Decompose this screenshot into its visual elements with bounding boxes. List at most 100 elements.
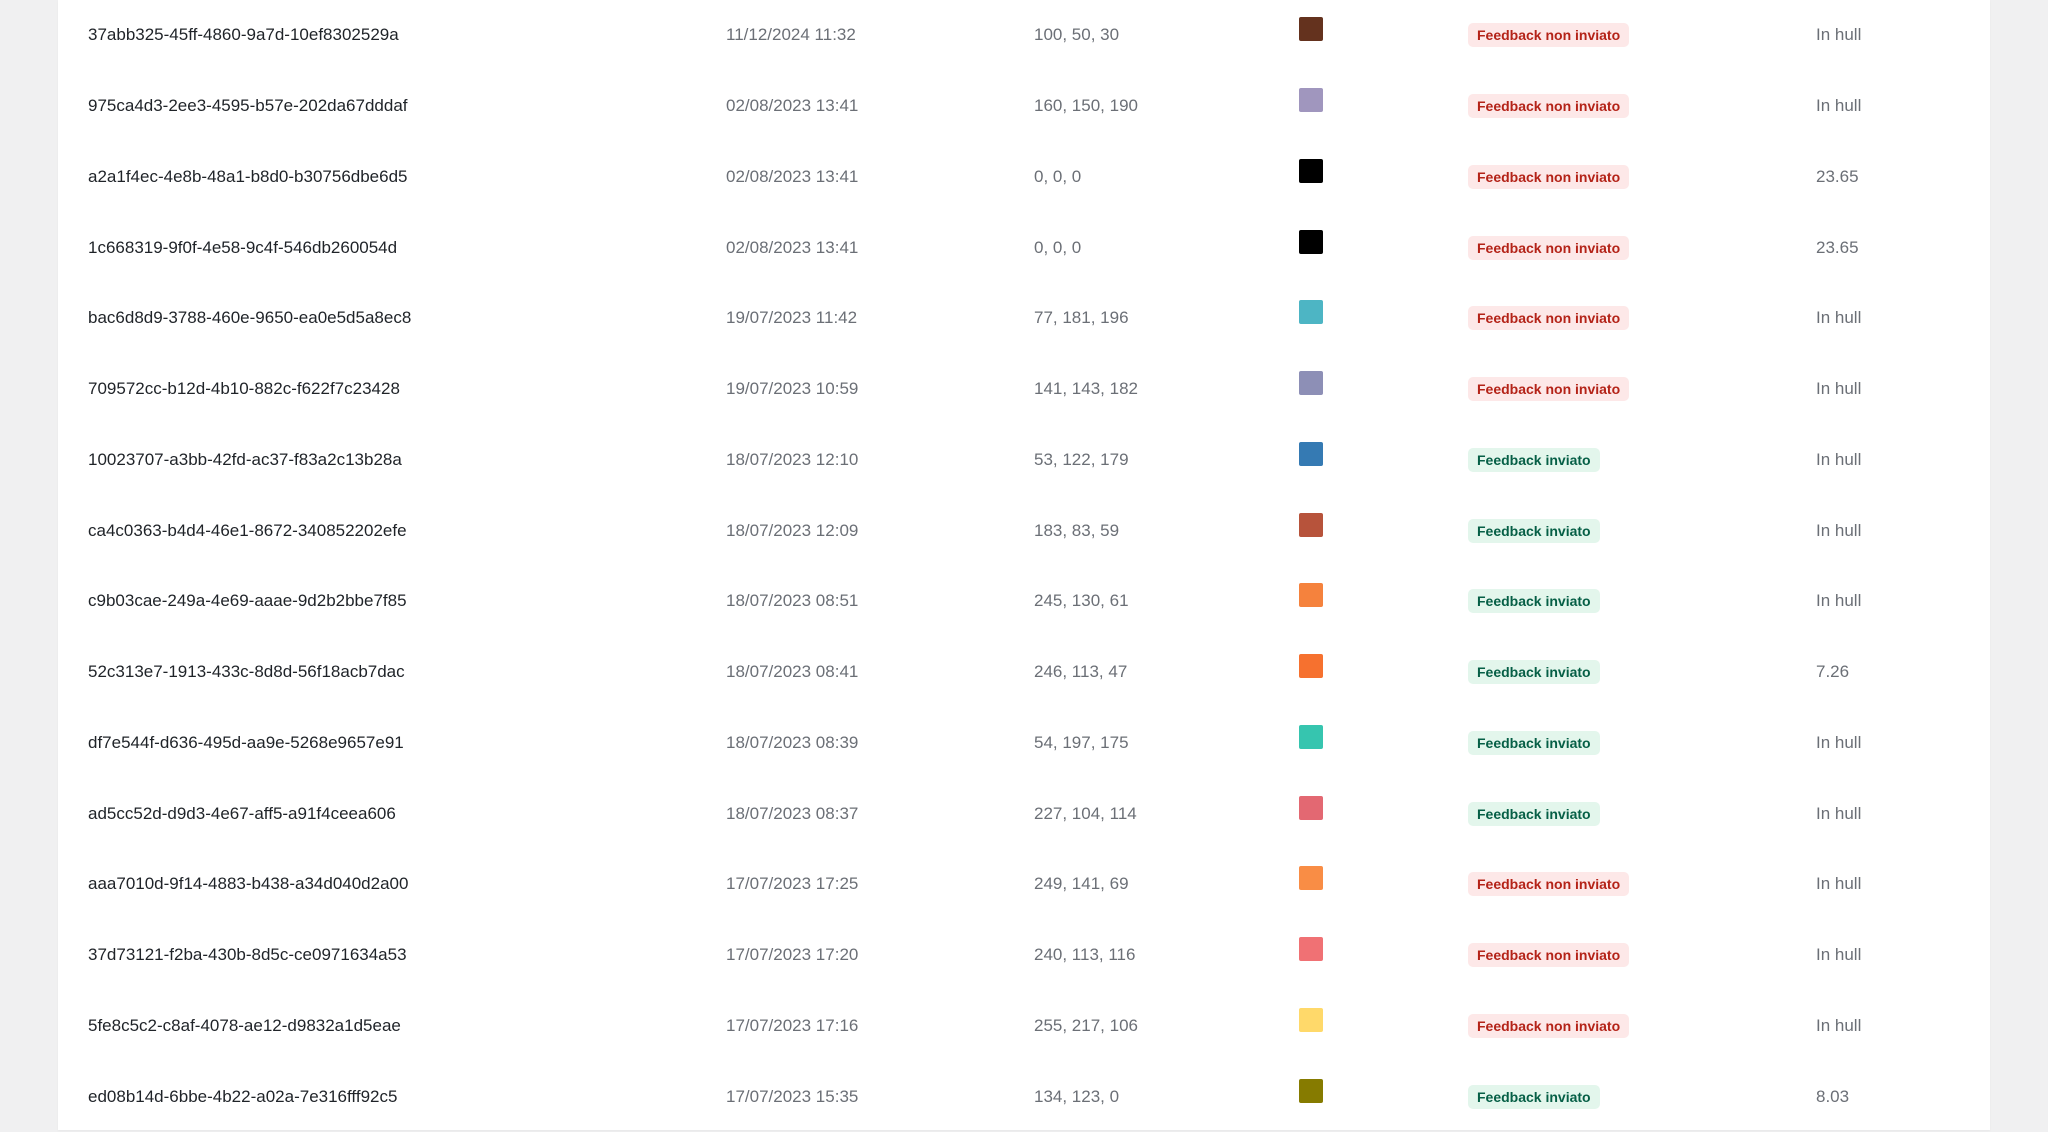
row-date: 17/07/2023 17:25 (726, 874, 859, 894)
row-date: 11/12/2024 11:32 (726, 25, 856, 45)
row-date: 18/07/2023 08:39 (726, 732, 859, 752)
row-value: In hull (1816, 591, 1862, 611)
row-date: 02/08/2023 13:41 (726, 96, 859, 116)
row-rgb: 249, 141, 69 (1034, 874, 1129, 894)
color-swatch (1299, 1007, 1323, 1032)
status-badge: Feedback inviato (1468, 660, 1600, 685)
table-row[interactable]: 709572cc-b12d-4b10-882c-f622f7c23428 19/… (58, 354, 1990, 425)
status-badge: Feedback non inviato (1468, 94, 1630, 119)
color-swatch (1299, 512, 1323, 537)
row-rgb: 0, 0, 0 (1034, 166, 1082, 186)
status-cell: Feedback non inviato (1468, 0, 1630, 71)
row-value: 23.65 (1816, 237, 1859, 257)
row-id: 5fe8c5c2-c8af-4078-ae12-d9832a1d5eae (88, 1015, 401, 1035)
color-swatch (1299, 1078, 1323, 1103)
row-id: ca4c0363-b4d4-46e1-8672-340852202efe (88, 520, 407, 540)
status-cell: Feedback non inviato (1468, 71, 1630, 142)
color-swatch-cell (1299, 283, 1323, 354)
color-swatch-cell (1299, 637, 1323, 708)
status-badge: Feedback non inviato (1468, 943, 1630, 968)
row-rgb: 77, 181, 196 (1034, 308, 1129, 328)
row-id: 709572cc-b12d-4b10-882c-f622f7c23428 (88, 379, 400, 399)
status-cell: Feedback inviato (1468, 778, 1600, 849)
table-row[interactable]: c9b03cae-249a-4e69-aaae-9d2b2bbe7f85 18/… (58, 566, 1990, 637)
status-badge: Feedback non inviato (1468, 23, 1630, 48)
row-id: c9b03cae-249a-4e69-aaae-9d2b2bbe7f85 (88, 591, 407, 611)
row-value: 8.03 (1816, 1086, 1850, 1106)
row-rgb: 53, 122, 179 (1034, 449, 1129, 469)
table-row[interactable]: aaa7010d-9f14-4883-b438-a34d040d2a00 17/… (58, 849, 1990, 920)
row-value: In hull (1816, 945, 1862, 965)
table-row[interactable]: 37abb325-45ff-4860-9a7d-10ef8302529a 11/… (58, 0, 1990, 71)
color-swatch-cell (1299, 920, 1323, 991)
table-row[interactable]: ca4c0363-b4d4-46e1-8672-340852202efe 18/… (58, 495, 1990, 566)
row-date: 17/07/2023 17:16 (726, 1015, 859, 1035)
color-swatch-cell (1299, 566, 1323, 637)
row-value: In hull (1816, 874, 1862, 894)
row-date: 02/08/2023 13:41 (726, 237, 859, 257)
row-id: bac6d8d9-3788-460e-9650-ea0e5d5a8ec8 (88, 308, 412, 328)
status-badge: Feedback inviato (1468, 589, 1600, 614)
color-swatch (1299, 724, 1323, 749)
status-cell: Feedback inviato (1468, 566, 1600, 637)
row-rgb: 183, 83, 59 (1034, 520, 1120, 540)
status-badge: Feedback inviato (1468, 730, 1600, 755)
color-swatch-cell (1299, 354, 1323, 425)
table-row[interactable]: 37d73121-f2ba-430b-8d5c-ce0971634a53 17/… (58, 920, 1990, 991)
color-swatch (1299, 866, 1323, 891)
row-id: 975ca4d3-2ee3-4595-b57e-202da67dddaf (88, 96, 408, 116)
status-badge: Feedback inviato (1468, 447, 1600, 472)
color-swatch (1299, 583, 1323, 608)
row-rgb: 246, 113, 47 (1034, 662, 1128, 682)
row-value: In hull (1816, 732, 1862, 752)
table-row[interactable]: 10023707-a3bb-42fd-ac37-f83a2c13b28a 18/… (58, 425, 1990, 496)
color-swatch-cell (1299, 849, 1323, 920)
row-id: 1c668319-9f0f-4e58-9c4f-546db260054d (88, 237, 398, 257)
color-swatch (1299, 795, 1323, 820)
table-row[interactable]: ad5cc52d-d9d3-4e67-aff5-a91f4ceea606 18/… (58, 778, 1990, 849)
table-row[interactable]: 975ca4d3-2ee3-4595-b57e-202da67dddaf 02/… (58, 71, 1990, 142)
table-row[interactable]: 5fe8c5c2-c8af-4078-ae12-d9832a1d5eae 17/… (58, 991, 1990, 1062)
row-id: 10023707-a3bb-42fd-ac37-f83a2c13b28a (88, 449, 402, 469)
row-rgb: 141, 143, 182 (1034, 379, 1138, 399)
results-panel: 37abb325-45ff-4860-9a7d-10ef8302529a 11/… (58, 0, 1990, 1130)
color-swatch-cell (1299, 778, 1323, 849)
status-cell: Feedback inviato (1468, 637, 1600, 708)
row-rgb: 160, 150, 190 (1034, 96, 1138, 116)
row-value: In hull (1816, 803, 1862, 823)
row-date: 19/07/2023 10:59 (726, 379, 859, 399)
color-swatch (1299, 654, 1323, 679)
status-cell: Feedback non inviato (1468, 991, 1630, 1062)
status-badge: Feedback inviato (1468, 801, 1600, 826)
color-swatch-cell (1299, 71, 1323, 142)
row-date: 18/07/2023 12:09 (726, 520, 859, 540)
row-rgb: 100, 50, 30 (1034, 25, 1120, 45)
table-row[interactable]: bac6d8d9-3788-460e-9650-ea0e5d5a8ec8 19/… (58, 283, 1990, 354)
color-swatch (1299, 88, 1323, 113)
row-value: In hull (1816, 25, 1862, 45)
status-badge: Feedback non inviato (1468, 1013, 1630, 1038)
row-date: 18/07/2023 12:10 (726, 449, 859, 469)
row-date: 17/07/2023 15:35 (726, 1086, 859, 1106)
row-value: 7.26 (1816, 662, 1850, 682)
status-cell: Feedback inviato (1468, 708, 1600, 779)
table-row[interactable]: 1c668319-9f0f-4e58-9c4f-546db260054d 02/… (58, 212, 1990, 283)
table-row[interactable]: a2a1f4ec-4e8b-48a1-b8d0-b30756dbe6d5 02/… (58, 142, 1990, 213)
status-badge: Feedback non inviato (1468, 377, 1630, 402)
status-cell: Feedback inviato (1468, 1061, 1600, 1132)
status-cell: Feedback non inviato (1468, 354, 1630, 425)
row-id: 37d73121-f2ba-430b-8d5c-ce0971634a53 (88, 945, 407, 965)
status-cell: Feedback non inviato (1468, 849, 1630, 920)
status-cell: Feedback non inviato (1468, 142, 1630, 213)
color-swatch (1299, 17, 1323, 42)
table-row[interactable]: 52c313e7-1913-433c-8d8d-56f18acb7dac 18/… (58, 637, 1990, 708)
status-badge: Feedback inviato (1468, 1084, 1600, 1109)
color-swatch (1299, 937, 1323, 962)
row-value: In hull (1816, 96, 1862, 116)
table-row[interactable]: ed08b14d-6bbe-4b22-a02a-7e316fff92c5 17/… (58, 1061, 1990, 1132)
color-swatch (1299, 300, 1323, 325)
status-cell: Feedback non inviato (1468, 212, 1630, 283)
color-swatch-cell (1299, 1061, 1323, 1132)
table-row[interactable]: df7e544f-d636-495d-aa9e-5268e9657e91 18/… (58, 708, 1990, 779)
row-rgb: 0, 0, 0 (1034, 237, 1082, 257)
